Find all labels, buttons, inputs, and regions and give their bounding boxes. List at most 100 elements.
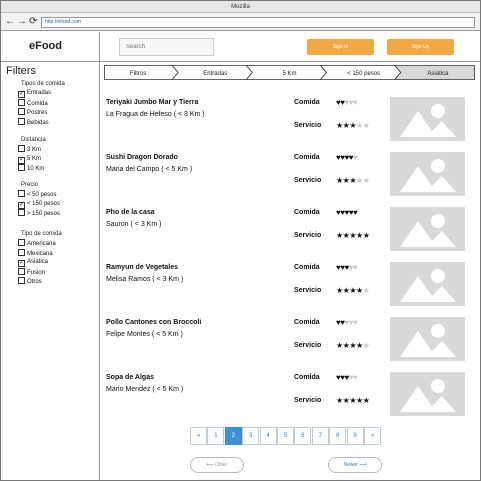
checkbox[interactable] — [18, 117, 25, 125]
window-title: Mozilla — [1, 1, 480, 13]
forward-icon[interactable]: → — [17, 16, 27, 28]
arrow-left-icon: ⟵ — [206, 462, 216, 468]
filter-option[interactable]: Postres — [18, 108, 47, 117]
checkbox-checked[interactable]: ✓ — [18, 156, 25, 164]
page-number[interactable]: 9 — [346, 427, 364, 445]
filter-option[interactable]: Americana — [18, 239, 56, 248]
comida-label: Comida — [294, 374, 320, 381]
servicio-stars-rating: ★★★★★ — [336, 231, 370, 240]
breadcrumb-label: Entradas — [203, 71, 227, 77]
filter-option-label: Mexicana — [27, 250, 53, 257]
checkbox-checked[interactable]: ✓ — [18, 260, 25, 267]
search-input[interactable] — [119, 38, 214, 56]
restaurant-name[interactable]: Felipe Montes ( < 5 Km ) — [106, 331, 183, 338]
filter-option[interactable]: ✓ Asiatica — [18, 258, 48, 267]
servicio-label: Servicio — [294, 342, 322, 349]
checkbox[interactable] — [18, 209, 25, 216]
filter-option-label: Fusion — [27, 269, 46, 276]
checkbox[interactable] — [18, 239, 25, 246]
header-divider — [99, 32, 100, 62]
filter-option[interactable]: Bebidas — [18, 117, 49, 127]
checkbox-checked[interactable]: ✓ — [18, 91, 25, 98]
older-button[interactable]: ⟵ Older — [190, 457, 244, 473]
site-header: eFood Sign In Sign Up — [1, 32, 480, 62]
checkbox[interactable] — [18, 190, 25, 197]
page-number[interactable]: 5 — [277, 427, 294, 445]
restaurant-name[interactable]: Mario Mendez ( < 5 Km ) — [106, 386, 183, 393]
servicio-label: Servicio — [294, 397, 322, 404]
servicio-stars-rating: ★★★★★ — [336, 341, 370, 350]
checkbox[interactable] — [18, 267, 25, 275]
filter-option[interactable]: Otros — [18, 277, 42, 286]
checkbox[interactable] — [18, 277, 25, 284]
sign-up-button[interactable]: Sign Up — [387, 39, 454, 55]
filter-option[interactable]: < 50 pesos — [18, 190, 57, 199]
newer-button[interactable]: Newer ⟶ — [328, 457, 382, 473]
checkbox[interactable] — [18, 108, 25, 115]
page-number[interactable]: 2 — [224, 427, 242, 445]
result-row[interactable]: Pollo Cantones con Broccoli Felipe Montes… — [104, 317, 475, 371]
restaurant-name[interactable]: Maria del Campo ( < 5 Km ) — [106, 166, 192, 173]
checkbox[interactable] — [18, 98, 25, 106]
page-number[interactable]: 3 — [242, 427, 260, 445]
filter-option[interactable]: Mexicana — [18, 248, 53, 258]
page-number[interactable]: 6 — [294, 427, 312, 445]
filter-option[interactable]: Comida — [18, 98, 48, 108]
page-number[interactable]: 8 — [329, 427, 347, 445]
page-number[interactable]: 4 — [259, 427, 277, 445]
image-placeholder-icon[interactable] — [390, 262, 465, 306]
image-placeholder-icon[interactable] — [390, 317, 465, 361]
dish-name[interactable]: Pho de la casa — [106, 209, 155, 216]
filter-option-label: Asiatica — [27, 259, 49, 265]
image-placeholder-icon[interactable] — [390, 207, 465, 251]
filter-option-label: 3 Km — [27, 147, 42, 153]
dish-name[interactable]: Ramyun de Vegetales — [106, 264, 178, 271]
filter-option[interactable]: 3 Km — [18, 145, 41, 154]
page-prev[interactable]: « — [190, 427, 207, 445]
filter-option-label: < 50 pesos — [27, 192, 57, 198]
image-placeholder-icon[interactable] — [390, 152, 465, 196]
dish-name[interactable]: Pollo Cantones con Broccoli — [106, 319, 201, 326]
filter-option-label: Bebidas — [27, 119, 49, 126]
result-row[interactable]: Sushi Dragon Dorado Maria del Campo ( < 5… — [104, 152, 475, 206]
checkbox[interactable] — [18, 164, 25, 171]
filter-option[interactable]: ✓ Entradas — [18, 89, 51, 98]
checkbox[interactable] — [18, 145, 25, 152]
restaurant-name[interactable]: La Fragua de Hefeso ( < 3 Km ) — [106, 111, 205, 118]
older-label: Older — [215, 462, 228, 468]
comida-hearts-rating: ♥♥♥♥♥ — [336, 153, 358, 162]
restaurant-name[interactable]: Melisa Ramos ( < 3 Km ) — [106, 276, 183, 283]
reload-icon[interactable]: ⟳ — [29, 16, 37, 28]
filter-option[interactable]: Fusion — [18, 267, 46, 277]
result-row[interactable]: Ramyun de Vegetales Melisa Ramos ( < 3 Km… — [104, 262, 475, 316]
filter-option[interactable]: ✓ 5 Km — [18, 155, 41, 164]
filter-option[interactable]: ✓ < 150 pesos — [18, 200, 60, 209]
image-placeholder-icon[interactable] — [390, 372, 465, 416]
page-number[interactable]: 7 — [311, 427, 329, 445]
logo[interactable]: eFood — [29, 40, 62, 52]
dish-name[interactable]: Sopa de Algas — [106, 374, 154, 381]
checkbox[interactable] — [18, 248, 25, 256]
breadcrumb-label: Asiatica — [427, 71, 449, 77]
sign-in-button[interactable]: Sign In — [307, 39, 374, 55]
breadcrumb: Filtros Entradas 5 Km < 150 pesos Asiatica — [104, 65, 475, 80]
filter-group-title: Precio — [21, 182, 39, 188]
image-placeholder-icon[interactable] — [390, 97, 465, 141]
page-number[interactable]: 1 — [207, 427, 225, 445]
filter-option-label: Entradas — [27, 90, 52, 96]
servicio-stars-rating: ★★★★★ — [336, 286, 370, 295]
result-row[interactable]: Pho de la casa Sauron ( < 3 Km ) Comida ♥♥♥… — [104, 207, 475, 261]
dish-name[interactable]: Teriyaki Jumbo Mar y Tierra — [106, 99, 198, 106]
dish-name[interactable]: Sushi Dragon Dorado — [106, 154, 178, 161]
checkbox-checked[interactable]: ✓ — [18, 201, 25, 209]
restaurant-name[interactable]: Sauron ( < 3 Km ) — [106, 221, 161, 228]
back-icon[interactable]: ← — [5, 16, 15, 28]
filter-option[interactable]: 10 Km — [18, 164, 44, 173]
comida-hearts-rating: ♥♥♥♥♥ — [336, 98, 358, 107]
filter-option[interactable]: > 150 pesos — [18, 209, 60, 218]
comida-hearts-rating: ♥♥♥♥♥ — [336, 208, 358, 217]
result-row[interactable]: Teriyaki Jumbo Mar y Tierra La Fragua de … — [104, 97, 475, 151]
result-row[interactable]: Sopa de Algas Mario Mendez ( < 5 Km ) Comi… — [104, 372, 475, 426]
url-field[interactable]: http://efood.com — [41, 17, 475, 28]
page-next[interactable]: » — [364, 427, 381, 445]
